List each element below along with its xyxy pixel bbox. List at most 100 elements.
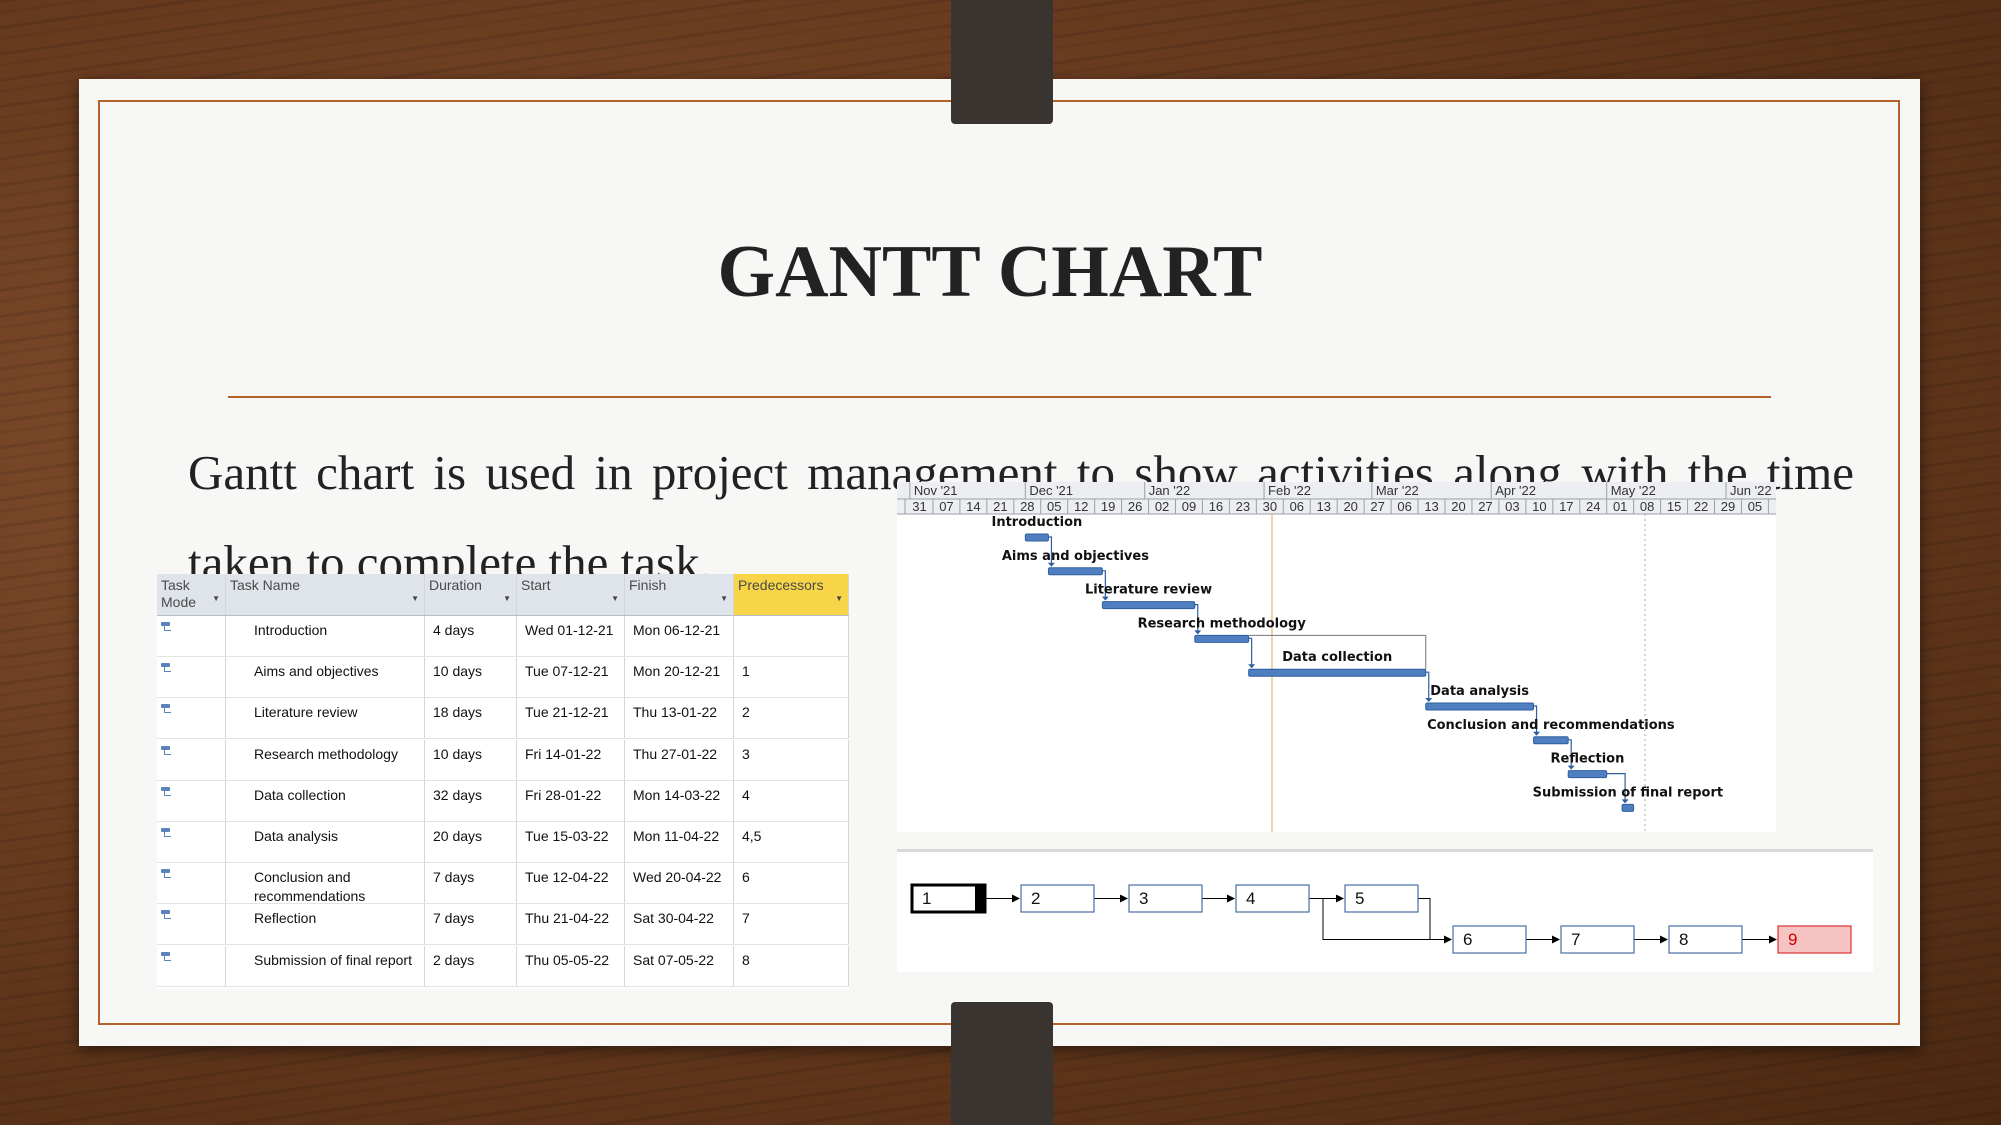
network-node-label: 4 [1246,889,1255,908]
week-tick-label: 06 [1397,499,1411,514]
cell-name: Introduction [226,616,425,656]
week-tick-label: 17 [1559,499,1573,514]
table-row[interactable]: Aims and objectives 10 days Tue 07-12-21 Mo… [157,657,849,699]
task-bar-label: Literature review [1085,583,1212,598]
cell-name: Data collection [226,780,425,821]
cell-start: Fri 14-01-22 [517,739,625,780]
week-tick-label: 10 [1532,499,1546,514]
network-node-label: 5 [1355,889,1364,908]
month-label: Apr '22 [1495,483,1536,498]
month-label: Mar '22 [1376,483,1419,498]
cell-duration: 2 days [425,945,517,986]
task-bar-label: Conclusion and recommendations [1427,718,1675,733]
task-mode-cell [157,945,226,986]
cell-pred: 6 [734,863,849,904]
cell-finish: Mon 11-04-22 [625,822,734,862]
cell-name: Literature review [226,698,425,739]
cell-finish: Sat 30-04-22 [625,904,734,945]
table-row[interactable]: Reflection 7 days Thu 21-04-22 Sat 30-04-22… [157,904,849,946]
task-mode-cell [157,780,226,821]
gantt-chart: Nov '21 Dec '21 Jan '22 Feb '22 Mar '22 Apr '… [897,482,1776,832]
auto-scheduled-icon [161,951,173,962]
header-start[interactable]: Start ▼ [517,574,625,615]
header-finish[interactable]: Finish ▼ [625,574,734,615]
cell-duration: 10 days [425,739,517,780]
auto-scheduled-icon [161,704,173,714]
week-tick-label: 20 [1343,499,1357,514]
auto-scheduled-icon [161,786,173,797]
month-label: Dec '21 [1029,483,1073,498]
task-bar[interactable] [1248,668,1427,677]
header-task-name[interactable]: Task Name ▼ [226,574,425,615]
cell-pred: 8 [734,945,849,986]
cell-duration: 10 days [425,657,517,698]
dropdown-arrow-icon: ▼ [503,594,511,603]
task-bar[interactable] [1621,803,1635,812]
dropdown-arrow-icon: ▼ [212,594,220,603]
week-tick-label: 02 [1155,499,1169,514]
slide-title: GANTT CHART [717,231,1263,313]
network-node-label: 6 [1463,930,1472,949]
task-bar-label: Submission of final report [1533,785,1723,800]
network-node-label: 2 [1031,889,1040,908]
week-tick-label: 20 [1451,499,1465,514]
task-bar[interactable] [1533,736,1569,745]
week-tick-label: 13 [1424,499,1438,514]
header-label: Start [521,577,551,593]
top-binder-clip [951,0,1053,124]
table-row[interactable]: Conclusion and recommendations 7 days Tue … [157,863,849,905]
cell-finish: Thu 27-01-22 [625,739,734,780]
table-row[interactable]: Data collection 32 days Fri 28-01-22 Mon 14… [157,780,849,822]
month-label: Nov '21 [914,483,958,498]
header-label: Predecessors [738,577,824,593]
header-task-mode[interactable]: Task Mode ▼ [157,574,226,615]
task-bar[interactable] [1101,601,1196,610]
task-bar[interactable] [1047,567,1103,576]
cell-pred: 4,5 [734,822,849,862]
task-bar[interactable] [1425,702,1535,711]
task-bar-label: Introduction [992,515,1083,530]
task-mode-cell [157,863,226,904]
table-row[interactable]: Research methodology 10 days Fri 14-01-22 T… [157,739,849,781]
table-row[interactable]: Literature review 18 days Tue 21-12-21 Thu … [157,698,849,740]
header-predecessors[interactable]: Predecessors ▼ [734,574,849,615]
task-mode-cell [157,739,226,780]
cell-name: Data analysis [226,822,425,862]
table-row[interactable]: Data analysis 20 days Tue 15-03-22 Mon 11-0… [157,822,849,863]
network-node-label: 8 [1679,930,1688,949]
task-bar[interactable] [1024,533,1049,542]
dependency-link [1248,637,1253,668]
node-marker [975,885,985,912]
week-tick-label: 24 [1586,499,1600,514]
cell-pred: 7 [734,904,849,945]
task-bar-label: Research methodology [1138,616,1307,631]
cell-duration: 20 days [425,822,517,862]
network-node-label: 9 [1788,930,1797,949]
task-mode-cell [157,822,226,862]
cell-name: Research methodology [226,739,425,780]
week-tick-label: 13 [1317,499,1331,514]
cell-start: Tue 15-03-22 [517,822,625,862]
task-bar[interactable] [1567,770,1608,779]
cell-name: Submission of final report [226,945,425,986]
header-label: Duration [429,577,482,593]
cell-finish: Mon 20-12-21 [625,657,734,698]
header-duration[interactable]: Duration ▼ [425,574,517,615]
week-tick-label: 19 [1101,499,1115,514]
week-tick-label: 09 [1182,499,1196,514]
table-row[interactable]: Submission of final report 2 days Thu 05-0… [157,945,849,987]
week-tick-label: 14 [966,499,980,514]
auto-scheduled-icon [161,663,173,673]
bottom-binder-clip [951,1002,1053,1125]
task-bar[interactable] [1194,634,1250,643]
cell-start: Tue 12-04-22 [517,863,625,904]
cell-duration: 4 days [425,616,517,656]
dropdown-arrow-icon: ▼ [611,594,619,603]
week-tick-label: 23 [1236,499,1250,514]
table-row[interactable]: Introduction 4 days Wed 01-12-21 Mon 06-12-… [157,616,849,657]
week-tick-label: 28 [1020,499,1034,514]
cell-name: Aims and objectives [226,657,425,698]
month-label: Jun '22 [1730,483,1772,498]
header-label: Task Mode [161,577,197,610]
week-tick-label: 01 [1613,499,1627,514]
